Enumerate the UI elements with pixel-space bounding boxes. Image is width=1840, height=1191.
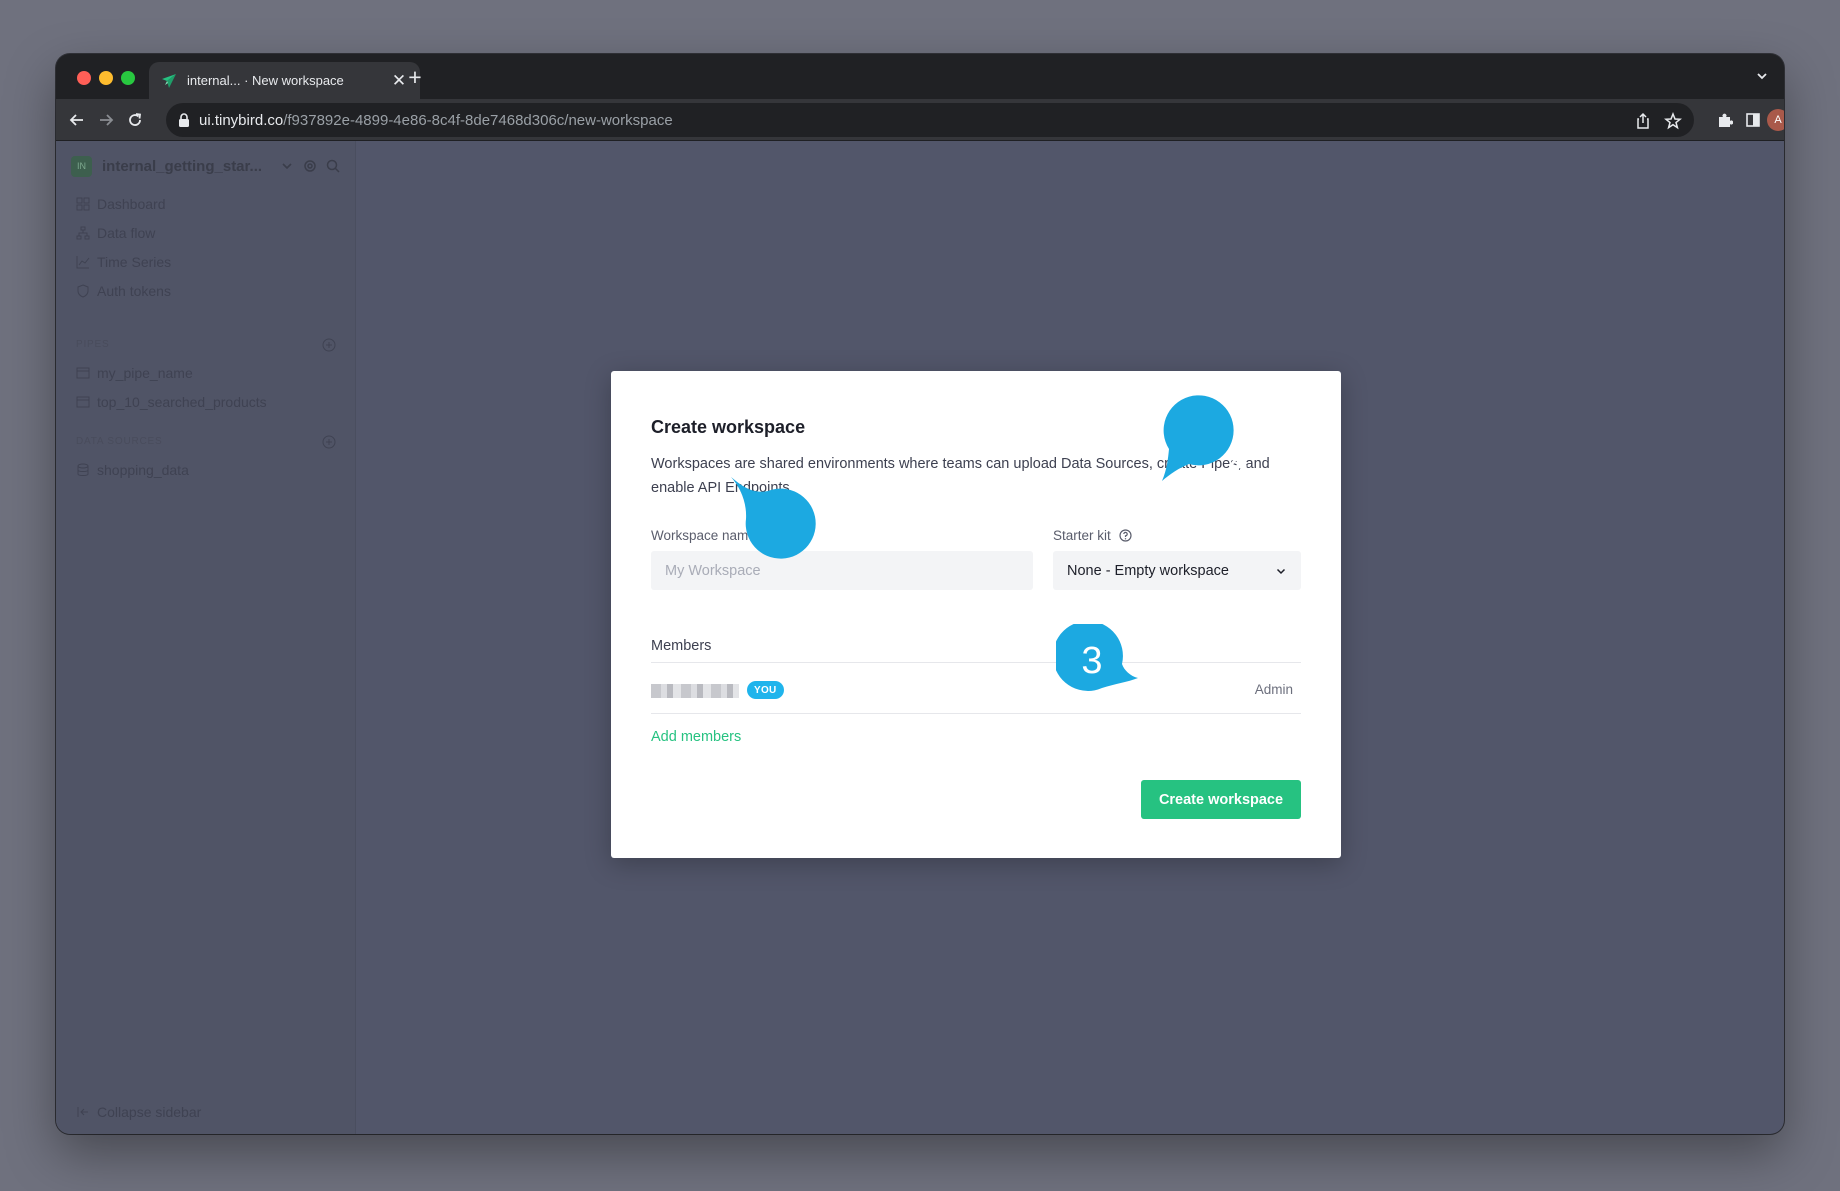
url-path: /f937892e-4899-4e86-8c4f-8de7468d306c/ne…: [283, 111, 673, 129]
chevron-down-icon[interactable]: [279, 158, 295, 174]
maximize-window-button[interactable]: [121, 71, 135, 85]
callout-number: 3: [1081, 639, 1103, 682]
starter-kit-select[interactable]: None - Empty workspace: [1053, 551, 1301, 590]
url-host: ui.tinybird.co: [199, 111, 284, 129]
member-role: Admin: [1254, 682, 1293, 697]
sidebar-item-data-flow[interactable]: Data flow: [76, 222, 155, 244]
dashboard-icon: [76, 197, 90, 211]
reload-icon: [129, 113, 142, 126]
add-members-link[interactable]: Add members: [651, 729, 741, 745]
minimize-window-button[interactable]: [99, 71, 113, 85]
avatar: A: [1767, 109, 1784, 131]
tab-title: internal... · New workspace: [187, 73, 344, 88]
members-label: Members: [651, 638, 712, 654]
collapse-sidebar-label: Collapse sidebar: [97, 1104, 202, 1120]
sidebar-item-label: shopping_data: [97, 462, 189, 478]
forward-arrow-icon: [100, 114, 114, 126]
puzzle-icon: [1719, 113, 1733, 127]
sidebar-item-label: Time Series: [97, 254, 172, 270]
collapse-icon: [77, 1107, 88, 1117]
sidebar-item-label: Dashboard: [97, 196, 166, 212]
browser-tab[interactable]: internal... · New workspace ✕: [149, 62, 420, 99]
chevron-down-icon: [1276, 568, 1286, 574]
member-name-redacted: [651, 684, 739, 698]
share-icon[interactable]: [1634, 112, 1652, 130]
add-data-source-icon[interactable]: [322, 435, 336, 449]
reload-button[interactable]: [122, 107, 148, 133]
database-icon: [77, 463, 89, 476]
pipe-icon: [76, 367, 90, 379]
forward-button[interactable]: [93, 107, 119, 133]
help-icon[interactable]: [1119, 529, 1132, 542]
browser-toolbar: ui.tinybird.co/f937892e-4899-4e86-8c4f-8…: [56, 99, 1784, 141]
pipes-section-label: PIPES: [76, 339, 110, 350]
browser-window: internal... · New workspace ✕ + ui.tinyb…: [56, 54, 1784, 1134]
gear-icon[interactable]: [302, 158, 318, 174]
modal-title: Create workspace: [651, 417, 806, 437]
starter-kit-value: None - Empty workspace: [1067, 562, 1229, 579]
sidebar-item-label: Auth tokens: [97, 283, 171, 299]
collapse-sidebar-button[interactable]: Collapse sidebar: [76, 1104, 201, 1120]
sidebar-item-label: top_10_searched_products: [97, 394, 267, 410]
sidebar-item-pipe[interactable]: my_pipe_name: [76, 362, 193, 384]
data-flow-icon: [76, 226, 90, 240]
side-panel-icon: [1746, 113, 1760, 127]
address-bar[interactable]: ui.tinybird.co/f937892e-4899-4e86-8c4f-8…: [166, 103, 1694, 137]
back-arrow-icon: [69, 114, 83, 126]
workspace-switcher[interactable]: IN internal_getting_star...: [71, 151, 341, 181]
lock-icon: [179, 113, 189, 127]
sidebar-item-label: Data flow: [97, 225, 156, 241]
callout-bubble-icon: [731, 477, 816, 559]
back-button[interactable]: [64, 107, 90, 133]
starter-kit-label-text: Starter kit: [1053, 528, 1111, 543]
sidebar-item-pipe[interactable]: top_10_searched_products: [76, 391, 267, 413]
callout-number: 1: [816, 586, 838, 629]
add-pipe-icon[interactable]: [322, 338, 336, 352]
you-badge: YOU: [747, 681, 784, 699]
profile-button[interactable]: A: [1765, 107, 1784, 133]
new-tab-button[interactable]: +: [401, 63, 429, 91]
bookmark-star-icon[interactable]: [1664, 112, 1682, 130]
search-icon[interactable]: [325, 158, 341, 174]
shield-icon: [77, 284, 89, 298]
tab-strip: internal... · New workspace ✕ +: [56, 54, 1784, 99]
starter-kit-label: Starter kit: [1053, 528, 1132, 543]
workspace-name: internal_getting_star...: [102, 157, 263, 175]
callout-number: 2: [1227, 434, 1249, 477]
pipe-icon: [76, 396, 90, 408]
data-sources-section-label: DATA SOURCES: [76, 436, 163, 447]
workspace-badge: IN: [71, 155, 92, 177]
divider: [651, 662, 1301, 663]
sidebar-item-dashboard[interactable]: Dashboard: [76, 193, 166, 215]
create-workspace-button[interactable]: Create workspace: [1141, 780, 1301, 819]
sidebar-item-label: my_pipe_name: [97, 365, 193, 381]
divider: [651, 713, 1301, 714]
extensions-button[interactable]: [1712, 107, 1738, 133]
tab-search-chevron-icon[interactable]: [1754, 68, 1770, 84]
tinybird-favicon-icon: [162, 73, 176, 88]
app-content: IN internal_getting_star... Dashboard Da…: [56, 141, 1784, 1134]
sidebar-item-time-series[interactable]: Time Series: [76, 251, 171, 273]
sidebar-item-auth-tokens[interactable]: Auth tokens: [76, 280, 171, 302]
time-series-icon: [76, 256, 90, 269]
side-panel-button[interactable]: [1740, 107, 1766, 133]
window-controls: [77, 71, 135, 85]
sidebar: IN internal_getting_star... Dashboard Da…: [56, 141, 356, 1134]
close-window-button[interactable]: [77, 71, 91, 85]
sidebar-item-data-source[interactable]: shopping_data: [76, 459, 189, 481]
